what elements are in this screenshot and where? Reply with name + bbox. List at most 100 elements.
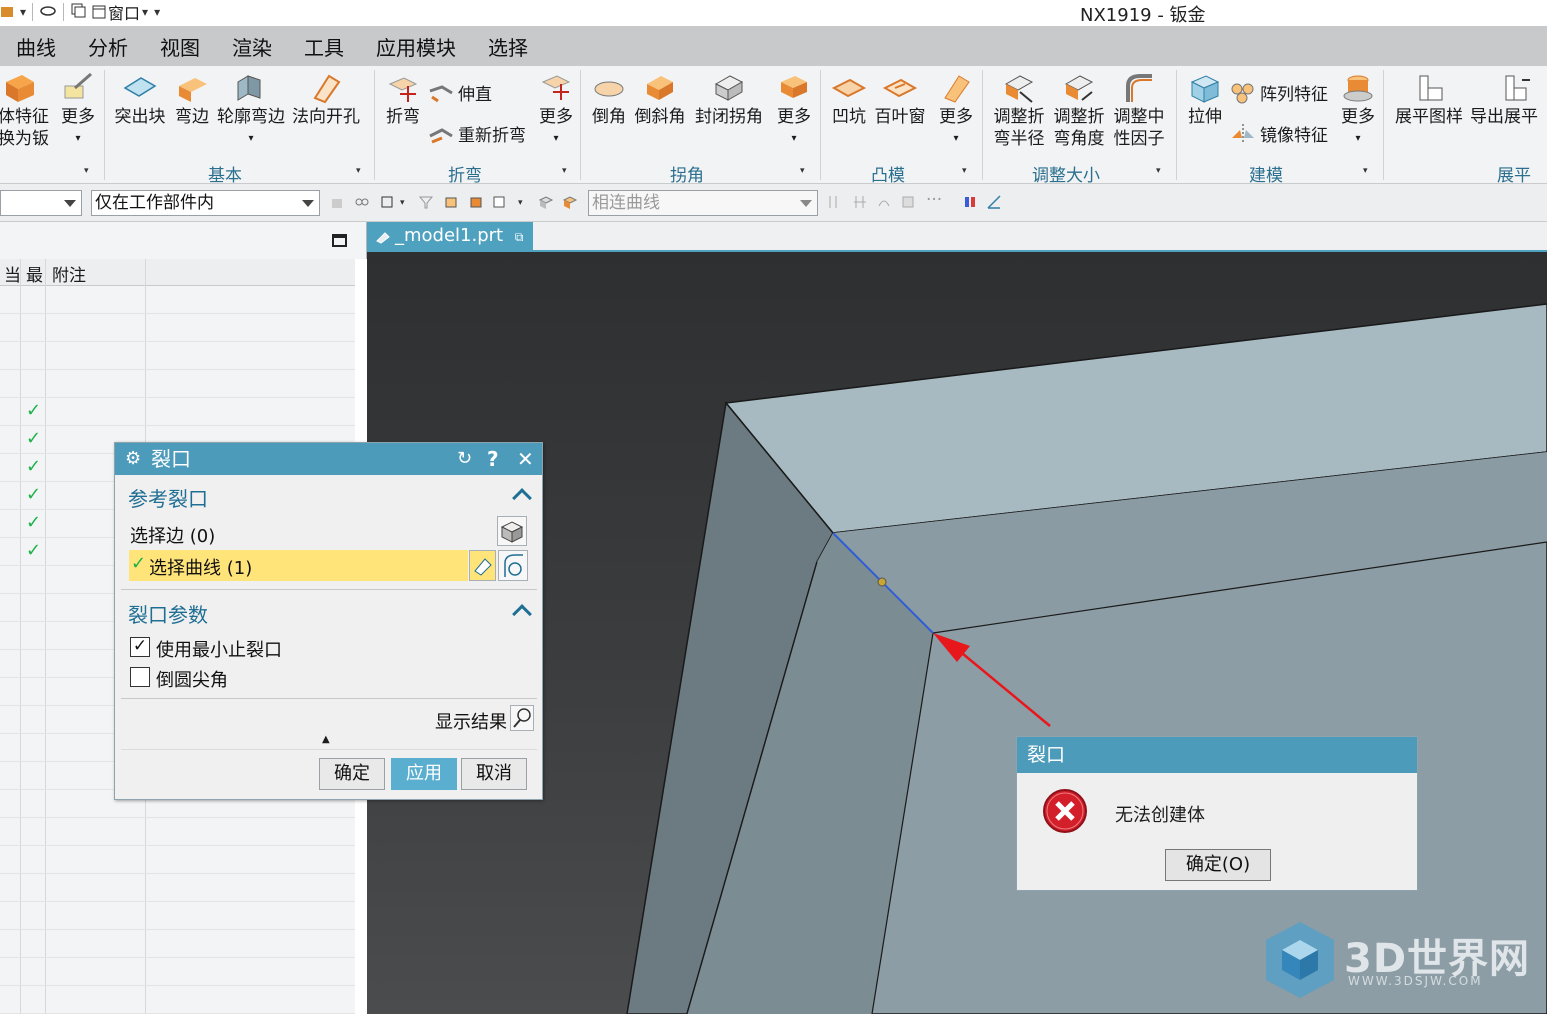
section-reference-rip[interactable]: 参考裂口 bbox=[128, 483, 208, 512]
group-menu-caret-icon[interactable]: ▾ bbox=[1363, 166, 1368, 176]
section-rip-params[interactable]: 裂口参数 bbox=[128, 599, 208, 628]
navigator-row[interactable] bbox=[0, 314, 355, 342]
touch-mode-icon[interactable] bbox=[39, 3, 57, 22]
select-curve-row[interactable]: ✓ 选择曲线 (1) bbox=[129, 550, 468, 581]
group-menu-caret-icon[interactable]: ▾ bbox=[562, 166, 567, 176]
menu-curve[interactable]: 曲线 bbox=[0, 32, 72, 61]
round-corner-checkbox[interactable] bbox=[130, 667, 150, 687]
navigator-row[interactable] bbox=[0, 874, 355, 902]
navigator-row[interactable] bbox=[0, 370, 355, 398]
group-menu-caret-icon[interactable]: ▾ bbox=[800, 166, 805, 176]
select-feature-icon[interactable] bbox=[330, 194, 346, 210]
menu-analysis[interactable]: 分析 bbox=[72, 32, 144, 61]
louver-button[interactable]: 百叶窗 bbox=[872, 72, 928, 128]
menu-selection[interactable]: 选择 bbox=[472, 32, 544, 61]
navigator-row[interactable] bbox=[0, 986, 355, 1014]
expand-dialog-icon[interactable]: ▲ bbox=[322, 734, 330, 745]
column-current[interactable]: 当 bbox=[4, 261, 21, 286]
more-bend-button[interactable]: 更多 ▾ bbox=[536, 72, 576, 150]
dropdown-caret-icon[interactable]: ▾ bbox=[20, 5, 26, 19]
curve-rule-button[interactable] bbox=[469, 550, 496, 581]
filter-icon[interactable] bbox=[418, 194, 434, 210]
menu-render[interactable]: 渲染 bbox=[216, 32, 288, 61]
customize-caret-icon[interactable]: ▾ bbox=[154, 5, 160, 19]
normal-cutout-button[interactable]: 法向开孔 bbox=[290, 72, 362, 128]
navigator-row[interactable] bbox=[0, 846, 355, 874]
resize-neutral-factor-button[interactable]: 调整中 性因子 bbox=[1110, 72, 1168, 150]
navigator-row[interactable] bbox=[0, 958, 355, 986]
navigator-row[interactable] bbox=[0, 818, 355, 846]
flat-pattern-button[interactable]: 展平图样 bbox=[1392, 72, 1466, 128]
break-corner-button[interactable]: 倒角 bbox=[588, 72, 630, 128]
more-basic-1-button[interactable]: 更多 ▾ bbox=[58, 72, 98, 150]
contour-flange-button[interactable]: 轮廓弯边 ▾ bbox=[214, 72, 288, 150]
select-region-icon[interactable] bbox=[492, 194, 508, 210]
apply-button[interactable]: 应用 bbox=[391, 758, 457, 790]
collapse-section-icon[interactable] bbox=[512, 604, 532, 624]
curve-rule-dropdown[interactable]: 相连曲线 bbox=[588, 190, 818, 216]
chamfer-button[interactable]: 倒斜角 bbox=[632, 72, 688, 128]
ok-button[interactable]: 确定 bbox=[319, 758, 385, 790]
more-modeling-button[interactable]: 更多 ▾ bbox=[1338, 72, 1378, 150]
unbend-button[interactable]: 伸直 bbox=[428, 80, 492, 105]
graphics-viewport[interactable] bbox=[367, 252, 1547, 1014]
group-menu-caret-icon[interactable]: ▾ bbox=[356, 166, 361, 176]
select-connected-icon[interactable] bbox=[354, 194, 370, 210]
closed-corner-button[interactable]: 封闭拐角 bbox=[692, 72, 766, 128]
more-options-icon[interactable]: ··· bbox=[926, 190, 942, 210]
measure-angle-icon[interactable] bbox=[986, 194, 1002, 210]
dropdown-caret-icon[interactable]: ▾ bbox=[400, 198, 405, 208]
navigator-row[interactable]: ✓ bbox=[0, 398, 355, 426]
export-flat-pattern-button[interactable]: 导出展平 bbox=[1470, 72, 1547, 128]
selection-scope-dropdown[interactable]: 仅在工作部件内 bbox=[91, 190, 320, 216]
path-selection-icon[interactable] bbox=[900, 194, 916, 210]
menu-application[interactable]: 应用模块 bbox=[360, 32, 472, 61]
use-min-relief-checkbox[interactable]: ✓ bbox=[130, 637, 150, 657]
flange-button[interactable]: 弯边 bbox=[172, 72, 212, 128]
bend-button[interactable]: 折弯 bbox=[382, 72, 424, 128]
rip-dialog-titlebar[interactable]: ⚙ 裂口 ↻ ? ✕ bbox=[115, 443, 542, 475]
group-menu-caret-icon[interactable]: ▾ bbox=[84, 166, 89, 176]
navigator-row[interactable] bbox=[0, 342, 355, 370]
open-icon[interactable] bbox=[0, 3, 14, 22]
column-notes[interactable]: 附注 bbox=[52, 261, 86, 286]
snap-point-icon[interactable] bbox=[962, 194, 978, 210]
window-menu[interactable]: 窗口 ▾ bbox=[92, 0, 148, 24]
convert-to-sheetmetal-button[interactable]: 体特征 换为钣 bbox=[0, 72, 49, 150]
select-block-icon[interactable] bbox=[538, 194, 554, 210]
navigator-row[interactable] bbox=[0, 286, 355, 314]
chain-within-feature-icon[interactable] bbox=[876, 194, 892, 210]
group-menu-caret-icon[interactable]: ▾ bbox=[1156, 166, 1161, 176]
pattern-feature-button[interactable]: 阵列特征 bbox=[1230, 80, 1328, 105]
select-body-icon[interactable] bbox=[380, 194, 396, 210]
maximize-icon[interactable] bbox=[332, 234, 347, 247]
resize-bend-radius-button[interactable]: 调整折 弯半径 bbox=[990, 72, 1048, 150]
tab-model1[interactable]: _model1.prt ⧉ ✕ bbox=[367, 222, 533, 274]
mirror-feature-button[interactable]: 镜像特征 bbox=[1230, 121, 1328, 146]
select-face-icon[interactable] bbox=[444, 194, 460, 210]
select-edge-button[interactable] bbox=[497, 516, 527, 546]
dimple-button[interactable]: 凹坑 bbox=[828, 72, 870, 128]
menu-view[interactable]: 视图 bbox=[144, 32, 216, 61]
error-box-titlebar[interactable]: 裂口 bbox=[1017, 737, 1417, 773]
extrude-button[interactable]: 拉伸 bbox=[1184, 72, 1226, 128]
select-edge-label[interactable]: 选择边 (0) bbox=[130, 522, 215, 548]
group-menu-caret-icon[interactable]: ▾ bbox=[962, 166, 967, 176]
follow-fillet-icon[interactable] bbox=[852, 194, 868, 210]
more-corner-button[interactable]: 更多 ▾ bbox=[774, 72, 814, 150]
collapse-section-icon[interactable] bbox=[512, 488, 532, 508]
more-punch-button[interactable]: 更多 ▾ bbox=[936, 72, 976, 150]
tab-button[interactable]: 突出块 bbox=[110, 72, 170, 128]
close-icon[interactable]: ✕ bbox=[517, 443, 534, 475]
column-latest[interactable]: 最 bbox=[26, 261, 43, 286]
show-result-button[interactable] bbox=[510, 705, 534, 731]
cancel-button[interactable]: 取消 bbox=[461, 758, 527, 790]
navigator-row[interactable] bbox=[0, 902, 355, 930]
switch-window-icon[interactable] bbox=[70, 2, 86, 22]
type-filter-dropdown[interactable] bbox=[0, 190, 82, 216]
error-ok-button[interactable]: 确定(O) bbox=[1165, 849, 1271, 881]
navigator-row[interactable] bbox=[0, 930, 355, 958]
help-icon[interactable]: ? bbox=[487, 443, 499, 475]
dropdown-caret-icon[interactable]: ▾ bbox=[518, 198, 523, 208]
sketch-curve-button[interactable] bbox=[498, 550, 528, 581]
